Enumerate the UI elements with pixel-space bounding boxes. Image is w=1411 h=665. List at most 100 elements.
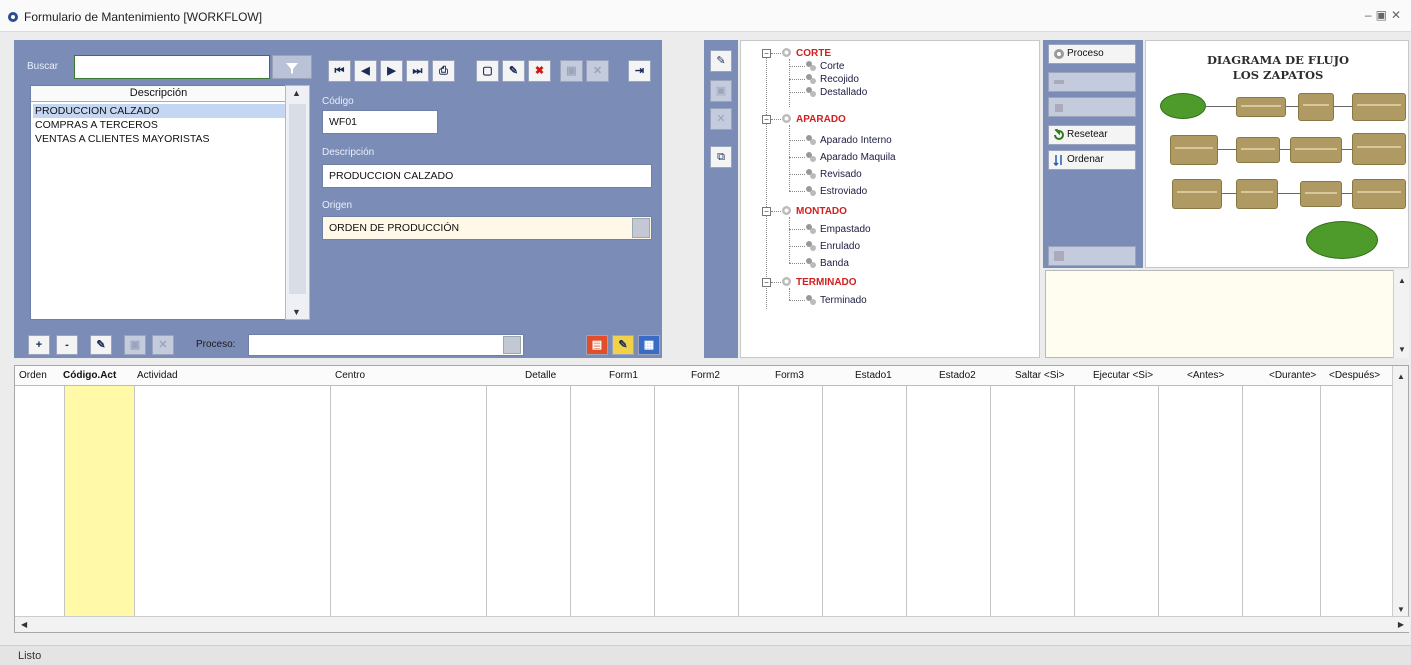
scroll-up-icon[interactable]: ▲ (292, 88, 301, 98)
tree-node[interactable]: Corte (805, 60, 844, 73)
proceso-button[interactable]: Proceso (1048, 44, 1136, 64)
grid-vertical-scrollbar[interactable]: ▲ ▼ (1392, 366, 1408, 618)
column-header[interactable]: Form3 (775, 366, 825, 386)
minimize-icon[interactable]: – (1365, 8, 1376, 22)
column-header[interactable]: Estado2 (939, 366, 999, 386)
chevron-down-icon[interactable] (632, 218, 650, 238)
tree-node[interactable]: Aparado Interno (805, 134, 892, 147)
save-button[interactable]: ▣ (560, 60, 583, 82)
list-scrollbar[interactable]: ▲ ▼ (285, 85, 310, 320)
tree-node[interactable]: Aparado Maquila (805, 151, 896, 164)
edit-row-button[interactable]: ✎ (90, 335, 112, 355)
chevron-down-icon[interactable] (503, 336, 521, 354)
tree-node[interactable]: Estroviado (805, 185, 867, 198)
codigo-field[interactable]: WF01 (322, 110, 438, 134)
grid-column[interactable] (571, 386, 655, 618)
scroll-thumb[interactable] (289, 104, 306, 294)
tree-node[interactable]: Destallado (805, 86, 867, 99)
disabled-action-button[interactable] (1048, 72, 1136, 92)
activities-grid[interactable]: Orden Código.Act Actividad Centro Detall… (14, 365, 1410, 633)
column-header[interactable]: Orden (19, 366, 63, 386)
search-input[interactable] (74, 55, 270, 79)
column-header[interactable]: Código.Act (63, 366, 135, 386)
comments-box[interactable] (1045, 270, 1409, 358)
grid-column[interactable] (487, 386, 571, 618)
collapse-icon[interactable]: − (762, 207, 771, 216)
prev-record-button[interactable]: ◀ (354, 60, 377, 82)
grid-column-codigo[interactable] (65, 386, 135, 618)
grid-column[interactable] (907, 386, 991, 618)
tree-node[interactable]: Enrulado (805, 240, 860, 253)
column-header[interactable]: Estado1 (855, 366, 915, 386)
remove-row-button[interactable]: - (56, 335, 78, 355)
ordenar-button[interactable]: Ordenar (1048, 150, 1136, 170)
chart-button[interactable]: ▦ (638, 335, 660, 355)
collapse-icon[interactable]: − (762, 49, 771, 58)
print-button[interactable]: ⎙ (432, 60, 455, 82)
list-item[interactable]: PRODUCCION CALZADO (33, 104, 285, 118)
column-header[interactable]: Form2 (691, 366, 741, 386)
collapse-icon[interactable]: − (762, 278, 771, 287)
grid-column[interactable] (331, 386, 487, 618)
tree-node-aparado[interactable]: APARADO (781, 113, 846, 126)
tree-node[interactable]: Terminado (805, 294, 867, 307)
list-item[interactable]: COMPRAS A TERCEROS (33, 118, 285, 132)
column-header[interactable]: Detalle (525, 366, 575, 386)
first-record-button[interactable]: ⏮ (328, 60, 351, 82)
descripcion-field[interactable]: PRODUCCION CALZADO (322, 164, 652, 188)
edit-node-button[interactable]: ✎ (710, 50, 732, 72)
scroll-up-icon[interactable]: ▲ (1397, 372, 1405, 381)
new-button[interactable]: ▢ (476, 60, 499, 82)
copy-node-button[interactable]: ⧉ (710, 146, 732, 168)
column-header[interactable]: Ejecutar <Si> (1093, 366, 1171, 386)
origen-select[interactable]: ORDEN DE PRODUCCIÓN (322, 216, 652, 240)
grid-column[interactable] (15, 386, 65, 618)
tree-node[interactable]: Banda (805, 257, 849, 270)
grid-column[interactable] (1075, 386, 1159, 618)
grid-horizontal-scrollbar[interactable]: ◀ ▶ (15, 616, 1410, 632)
list-header[interactable]: Descripción (31, 86, 286, 102)
tree-node-terminado[interactable]: TERMINADO (781, 276, 857, 289)
comments-scrollbar[interactable]: ▲ ▼ (1393, 270, 1409, 358)
column-header[interactable]: Centro (335, 366, 475, 386)
report-button[interactable]: ▤ (586, 335, 608, 355)
cancel-button[interactable]: ✕ (586, 60, 609, 82)
save-node-button[interactable]: ▣ (710, 80, 732, 102)
tree-node-montado[interactable]: MONTADO (781, 205, 847, 218)
last-record-button[interactable]: ⏭ (406, 60, 429, 82)
column-header[interactable]: <Antes> (1187, 366, 1251, 386)
scroll-down-icon[interactable]: ▼ (1397, 605, 1405, 614)
delete-button[interactable]: ✖ (528, 60, 551, 82)
scroll-left-icon[interactable]: ◀ (21, 620, 27, 629)
list-item[interactable]: VENTAS A CLIENTES MAYORISTAS (33, 132, 285, 146)
column-header[interactable]: Saltar <Si> (1015, 366, 1087, 386)
highlight-button[interactable]: ✎ (612, 335, 634, 355)
scroll-down-icon[interactable]: ▼ (292, 307, 301, 317)
description-list[interactable]: Descripción PRODUCCION CALZADO COMPRAS A… (30, 85, 300, 320)
column-header[interactable]: <Durante> (1269, 366, 1333, 386)
column-header[interactable]: Form1 (609, 366, 659, 386)
grid-column[interactable] (135, 386, 331, 618)
tree-node[interactable]: Recojido (805, 73, 859, 86)
grid-column[interactable] (739, 386, 823, 618)
scroll-down-icon[interactable]: ▼ (1398, 345, 1406, 354)
close-icon[interactable]: ✕ (1391, 8, 1405, 22)
column-header[interactable]: Actividad (137, 366, 327, 386)
process-tree[interactable]: − CORTE Corte Recojido Destallado − APAR… (740, 40, 1040, 358)
add-row-button[interactable]: + (28, 335, 50, 355)
grid-column[interactable] (991, 386, 1075, 618)
collapse-icon[interactable]: − (762, 115, 771, 124)
edit-button[interactable]: ✎ (502, 60, 525, 82)
resetear-button[interactable]: Resetear (1048, 125, 1136, 145)
grid-column[interactable] (655, 386, 739, 618)
tree-node[interactable]: Revisado (805, 168, 862, 181)
grid-column[interactable] (823, 386, 907, 618)
disabled-action-button[interactable] (1048, 246, 1136, 266)
cancel-row-button[interactable]: ✕ (152, 335, 174, 355)
next-record-button[interactable]: ▶ (380, 60, 403, 82)
scroll-up-icon[interactable]: ▲ (1398, 276, 1406, 285)
filter-button[interactable] (272, 55, 312, 79)
delete-node-button[interactable]: ✕ (710, 108, 732, 130)
proceso-select[interactable] (248, 334, 524, 356)
disabled-action-button[interactable] (1048, 97, 1136, 117)
